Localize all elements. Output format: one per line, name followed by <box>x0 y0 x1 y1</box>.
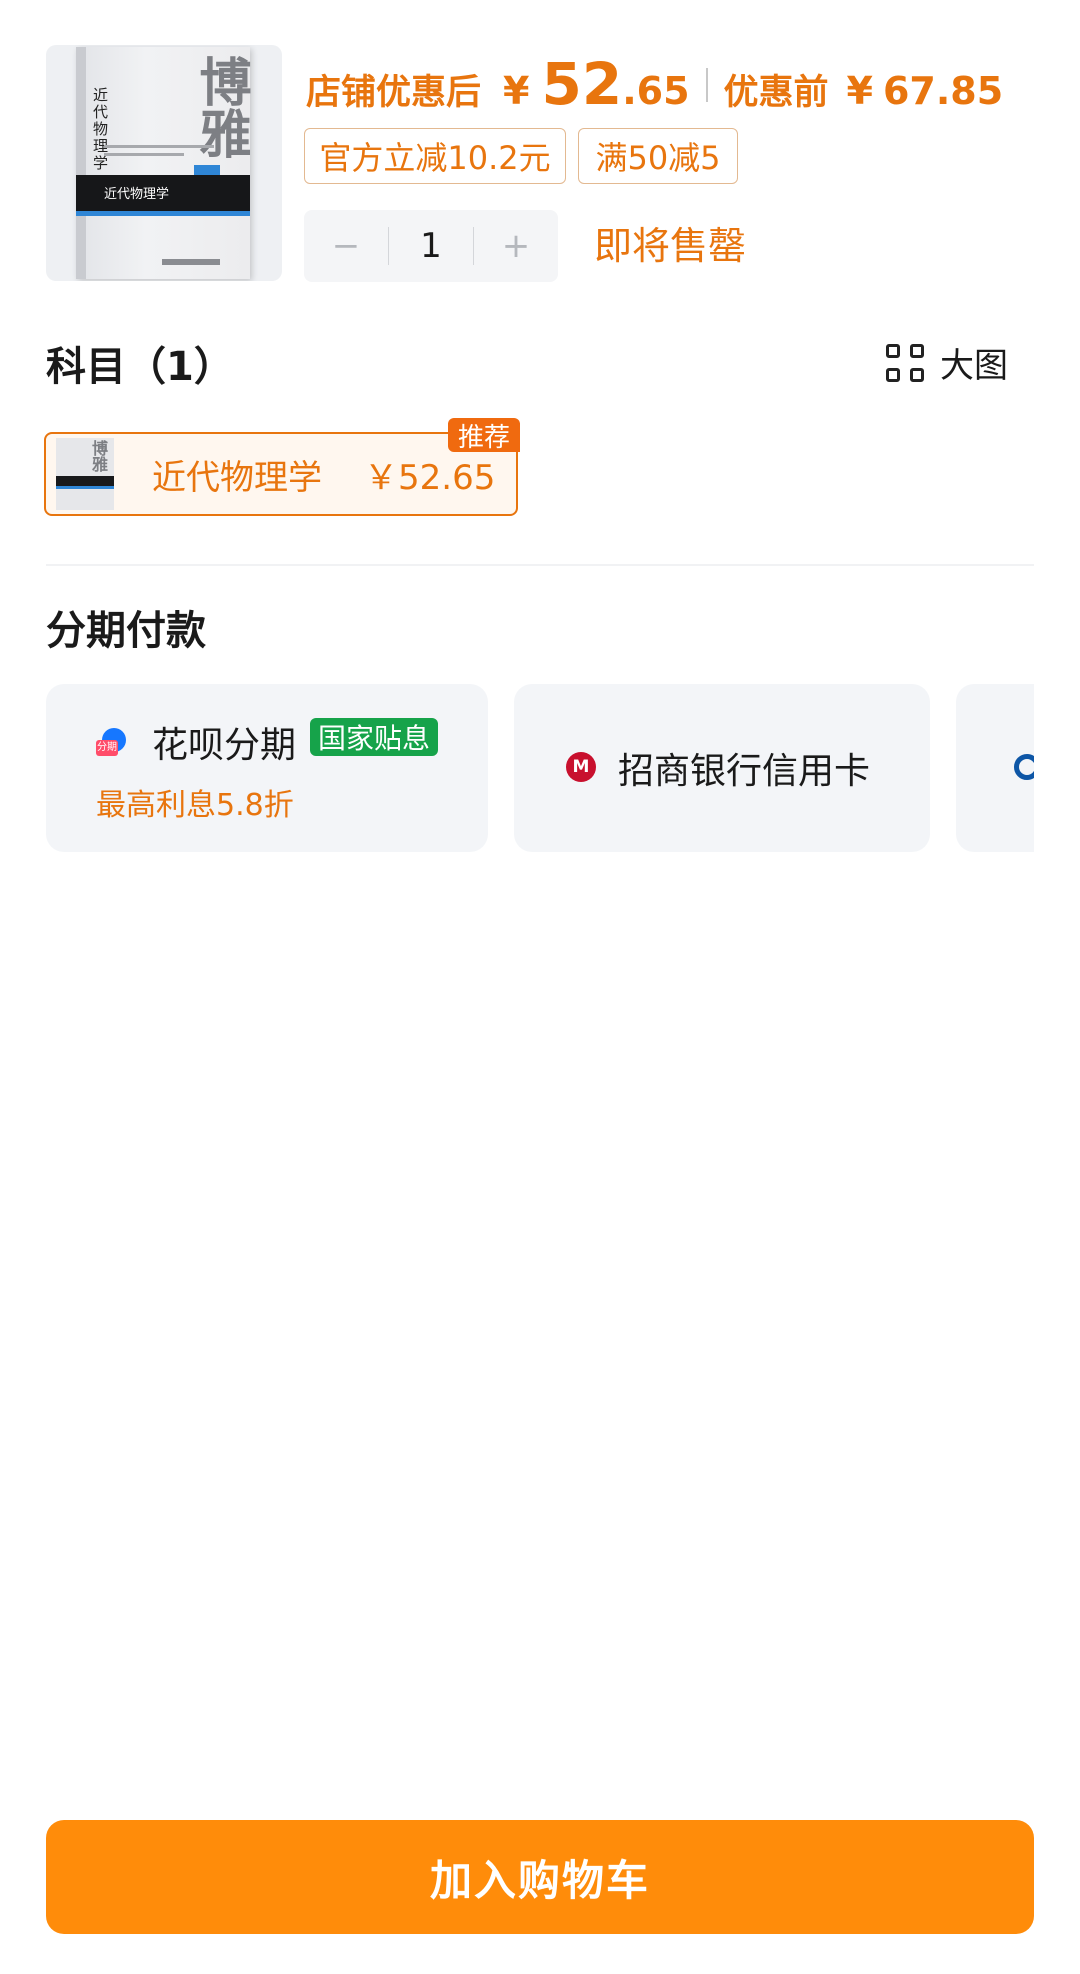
big-view-label: 大图 <box>940 346 1008 386</box>
big-view-button[interactable]: 大图 <box>886 338 1008 387</box>
price-separator <box>705 68 708 102</box>
book-cover-line <box>104 153 184 156</box>
book-cover-band: 近代物理学 <box>76 175 250 211</box>
book-vertical-title: 近代物理学 <box>91 87 109 172</box>
book-cover-art: 博雅 <box>190 55 250 159</box>
subsidy-badge: 国家贴息 <box>310 718 439 756</box>
original-currency-symbol: ¥ <box>846 69 873 113</box>
stock-status: 即将售罄 <box>594 224 747 268</box>
quantity-value[interactable]: 1 <box>389 210 473 282</box>
subject-option[interactable]: 博雅 近代物理学 ￥52.65 <box>44 432 518 516</box>
subject-option-label: 近代物理学 <box>152 458 322 498</box>
book-cover: 近代物理学 博雅 近代物理学 <box>76 47 250 279</box>
book-cover-stripe <box>76 211 250 216</box>
recommended-badge: 推荐 <box>448 418 521 453</box>
huabei-icon: 分期 <box>96 728 126 758</box>
increment-button[interactable]: + <box>474 210 558 282</box>
original-price-label: 优惠前 <box>723 73 829 113</box>
book-band-title: 近代物理学 <box>104 187 170 202</box>
mini-book-stripe <box>56 486 114 489</box>
discounted-price-decimal: .65 <box>622 69 690 113</box>
installment-card-partial[interactable] <box>956 684 1034 852</box>
installment-card-name: 花呗分期 <box>152 725 297 766</box>
decrement-button[interactable]: − <box>304 210 388 282</box>
installment-card-subtitle: 最高利息5.8折 <box>96 788 294 823</box>
currency-symbol: ¥ <box>503 69 530 113</box>
mini-book-band <box>56 476 114 486</box>
cmb-bank-icon <box>566 752 596 782</box>
subject-option-thumbnail: 博雅 <box>56 438 114 510</box>
bank-icon <box>1014 754 1034 780</box>
section-divider <box>46 564 1034 566</box>
installment-carousel[interactable]: 分期 花呗分期 国家贴息 最高利息5.8折 招商银行信用卡 <box>46 684 1034 852</box>
book-spine <box>76 47 86 279</box>
installment-card-cmb[interactable]: 招商银行信用卡 <box>514 684 930 852</box>
installment-card-name: 招商银行信用卡 <box>618 751 871 792</box>
installment-card-huabei[interactable]: 分期 花呗分期 国家贴息 最高利息5.8折 <box>46 684 488 852</box>
discount-tag: 官方立减10.2元 <box>304 128 566 184</box>
book-publisher-mark <box>162 259 220 265</box>
quantity-stepper: − 1 + <box>304 210 558 282</box>
book-cover-line <box>104 145 214 148</box>
product-image[interactable]: 近代物理学 博雅 近代物理学 <box>46 45 282 281</box>
installment-section-title: 分期付款 <box>46 608 206 654</box>
mini-book-art: 博雅 <box>89 440 108 472</box>
discounted-price-integer: 52 <box>541 50 623 118</box>
price-line: 店铺优惠后 ¥ 52 .65 优惠前 ¥ 67.85 <box>306 50 1003 120</box>
add-to-cart-button[interactable]: 加入购物车 <box>46 1820 1034 1934</box>
discounted-price-label: 店铺优惠后 <box>306 73 482 113</box>
subject-section-title: 科目（1） <box>46 344 234 390</box>
grid-icon <box>886 343 924 382</box>
subject-option-price: ￥52.65 <box>364 458 496 498</box>
original-price: 67.85 <box>882 69 1004 113</box>
coupon-tag: 满50减5 <box>578 128 738 184</box>
